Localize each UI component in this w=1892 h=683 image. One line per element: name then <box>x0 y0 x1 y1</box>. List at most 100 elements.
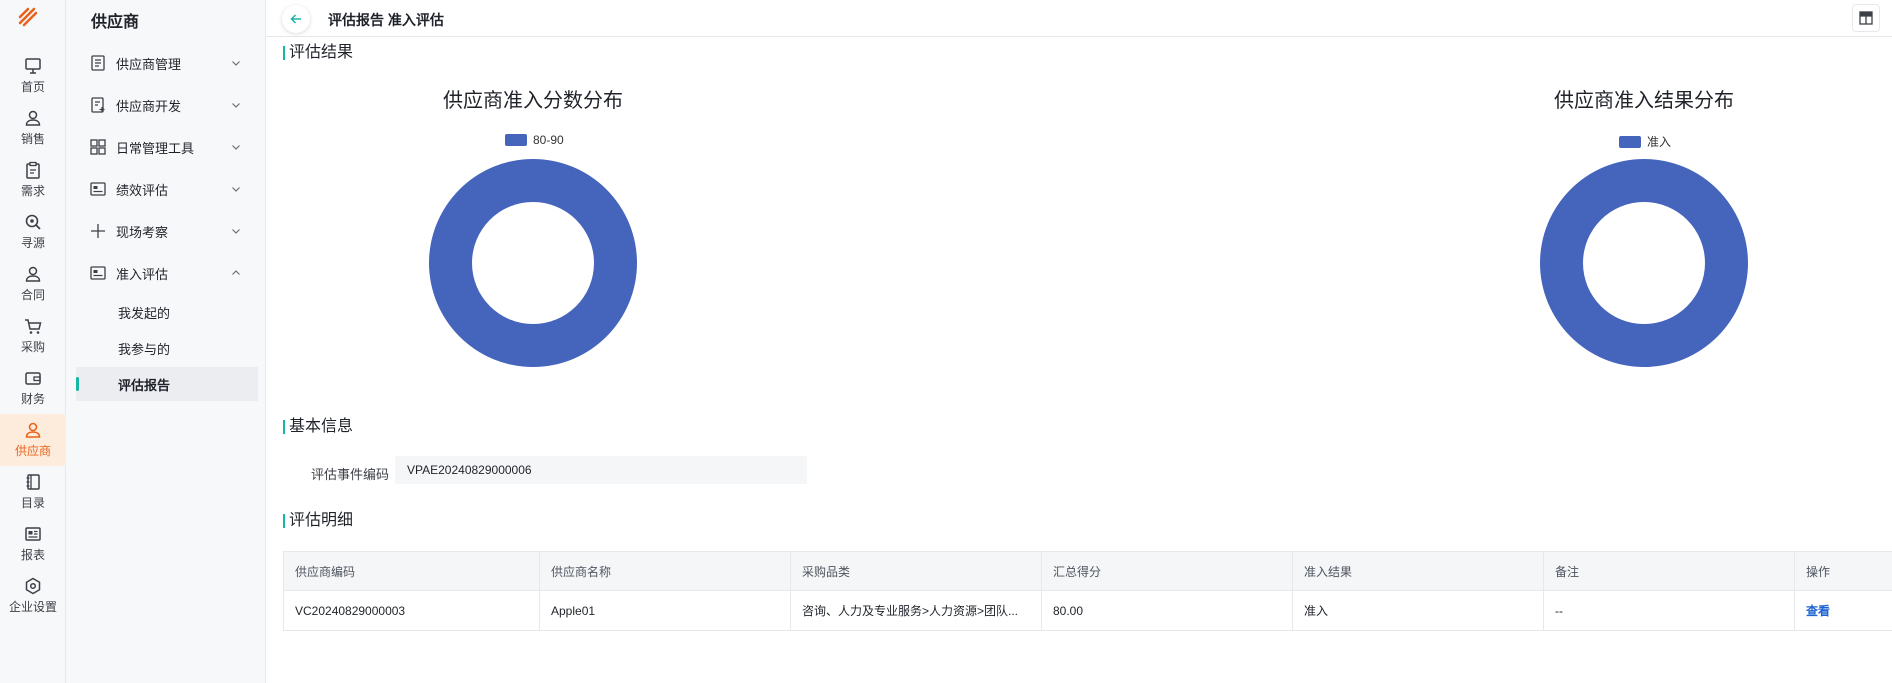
menu-title: 供应商 <box>91 14 140 31</box>
rail-item-label: 合同 <box>20 288 45 302</box>
rail-item-sourcing[interactable]: 寻源 <box>0 206 66 258</box>
menu-group-site-inspection[interactable]: 现场考察 <box>76 213 256 249</box>
rail-item-label: 销售 <box>20 132 45 146</box>
rail-item-label: 企业设置 <box>8 600 57 614</box>
chart-title-score: 供应商准入分数分布 <box>443 90 623 112</box>
app-root: 首页 销售 需求 寻源 合同 采购 财务 供应商 目录 报表 企业设置 供应商 … <box>0 0 1892 683</box>
cell-supplier-name: Apple01 <box>539 590 791 631</box>
rail-item-label: 采购 <box>20 340 45 354</box>
menu-group-supplier-management[interactable]: 供应商管理 <box>76 45 256 81</box>
menu-sub-label: 评估报告 <box>118 377 171 393</box>
rail-item-settings[interactable]: 企业设置 <box>0 570 66 622</box>
donut-slice[interactable] <box>429 159 637 367</box>
rail-item-report[interactable]: 报表 <box>0 518 66 570</box>
menu-group-admission-evaluation[interactable]: 准入评估 <box>76 255 256 291</box>
cell-admission-result: 准入 <box>1292 590 1544 631</box>
column-header: 供应商名称 <box>539 551 791 591</box>
menu-group-label: 日常管理工具 <box>116 140 195 156</box>
rail-item-label: 报表 <box>20 548 45 562</box>
back-button[interactable] <box>282 5 310 33</box>
report-card-icon <box>90 266 106 280</box>
chart-legend-score[interactable]: 80-90 <box>505 133 564 147</box>
cart-icon <box>25 319 42 334</box>
menu-sub-participated[interactable]: 我参与的 <box>76 331 258 365</box>
donut-slice[interactable] <box>1540 159 1748 367</box>
rail-item-home[interactable]: 首页 <box>0 50 66 102</box>
hexagon-icon <box>25 577 41 595</box>
menu-group-label: 准入评估 <box>116 266 169 282</box>
menu-group-label: 现场考察 <box>116 224 169 240</box>
column-header: 准入结果 <box>1292 551 1544 591</box>
clipboard-icon <box>26 161 40 179</box>
report-icon <box>25 527 41 541</box>
rail-item-label: 首页 <box>20 80 45 94</box>
brand-logo-icon <box>18 7 38 27</box>
rail-item-sales[interactable]: 销售 <box>0 102 66 154</box>
rail-item-label: 寻源 <box>20 236 45 250</box>
column-header: 采购品类 <box>790 551 1042 591</box>
menu-group-label: 供应商管理 <box>116 56 182 72</box>
event-code-field: VPAE20240829000006 <box>395 456 807 484</box>
menu-group-label: 供应商开发 <box>116 98 182 114</box>
cell-supplier-code: VC20240829000003 <box>283 590 540 631</box>
table-header-row: 供应商编码 供应商名称 采购品类 汇总得分 准入结果 备注 操作 <box>283 551 1892 591</box>
page-header: 评估报告 准入评估 <box>266 0 1892 37</box>
chart-title-result: 供应商准入结果分布 <box>1554 90 1734 112</box>
cell-category: 咨询、人力及专业服务>人力资源>团队... <box>790 590 1042 631</box>
monitor-icon <box>25 58 41 74</box>
report-card-icon <box>90 182 106 196</box>
document-add-icon <box>91 97 105 113</box>
table-row: VC20240829000003 Apple01 咨询、人力及专业服务>人力资源… <box>283 590 1892 631</box>
column-header: 备注 <box>1543 551 1795 591</box>
rail-item-purchase[interactable]: 采购 <box>0 310 66 362</box>
column-header: 供应商编码 <box>283 551 540 591</box>
menu-sub-label: 我参与的 <box>118 341 171 357</box>
book-icon <box>26 474 40 490</box>
legend-swatch <box>505 134 527 146</box>
layout-toggle-button[interactable] <box>1852 4 1880 32</box>
breadcrumb: 评估报告 准入评估 <box>328 12 444 28</box>
document-icon <box>91 55 105 71</box>
rail-item-demand[interactable]: 需求 <box>0 154 66 206</box>
app-rail: 首页 销售 需求 寻源 合同 采购 财务 供应商 目录 报表 企业设置 <box>0 0 66 683</box>
side-menu: 供应商 供应商管理 供应商开发 日常管理工具 绩效评估 现场考察 准入评估 我发… <box>66 0 266 683</box>
search-icon <box>25 214 41 230</box>
chevron-up-icon <box>232 270 240 275</box>
evaluation-detail-table: 供应商编码 供应商名称 采购品类 汇总得分 准入结果 备注 操作 VC20240… <box>283 551 1892 631</box>
view-link[interactable]: 查看 <box>1794 590 1892 631</box>
menu-sub-label: 我发起的 <box>118 305 171 321</box>
user-icon <box>25 422 41 438</box>
user-icon <box>25 110 41 126</box>
chevron-down-icon <box>232 187 240 192</box>
section-title-basic: 基本信息 <box>283 418 353 436</box>
section-title-detail: 评估明细 <box>283 512 353 530</box>
cell-total-score: 80.00 <box>1041 590 1293 631</box>
menu-group-performance[interactable]: 绩效评估 <box>76 171 256 207</box>
chart-score-donut <box>429 159 637 367</box>
menu-sub-evaluation-report[interactable]: 评估报告 <box>76 367 258 401</box>
rail-item-label: 目录 <box>20 496 45 510</box>
rail-item-label: 供应商 <box>14 444 51 458</box>
grid-icon <box>90 139 106 155</box>
event-code-label: 评估事件编码 <box>311 467 390 482</box>
chevron-down-icon <box>232 229 240 234</box>
chart-legend-result[interactable]: 准入 <box>1619 133 1671 150</box>
legend-label: 80-90 <box>533 133 564 147</box>
wallet-icon <box>25 372 41 385</box>
chevron-down-icon <box>232 103 240 108</box>
legend-swatch <box>1619 135 1641 148</box>
chart-result-donut <box>1540 159 1748 367</box>
rail-item-contract[interactable]: 合同 <box>0 258 66 310</box>
menu-group-daily-tools[interactable]: 日常管理工具 <box>76 129 256 165</box>
legend-label: 准入 <box>1647 135 1672 149</box>
rail-item-finance[interactable]: 财务 <box>0 362 66 414</box>
rail-item-catalog[interactable]: 目录 <box>0 466 66 518</box>
rail-item-label: 财务 <box>20 392 45 406</box>
column-header: 操作 <box>1794 551 1892 591</box>
menu-group-supplier-development[interactable]: 供应商开发 <box>76 87 256 123</box>
column-header: 汇总得分 <box>1041 551 1293 591</box>
cell-remark: -- <box>1543 590 1795 631</box>
menu-sub-initiated[interactable]: 我发起的 <box>76 295 258 329</box>
rail-item-supplier[interactable]: 供应商 <box>0 414 66 466</box>
layout-icon <box>1859 11 1873 25</box>
